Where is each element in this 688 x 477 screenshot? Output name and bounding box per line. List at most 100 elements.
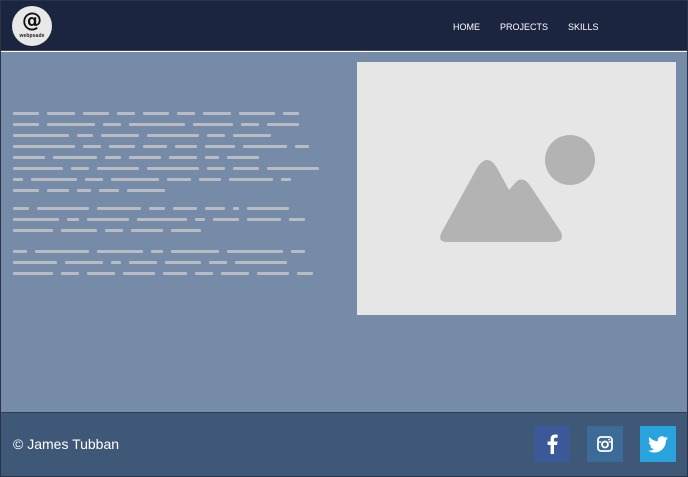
site-header: @ webpsade HOME PROJECTS SKILLS [1,1,687,51]
placeholder-text-dash [233,134,271,137]
placeholder-text-dash [243,145,287,148]
placeholder-text-dash [149,207,165,210]
placeholder-text-dash [131,229,163,232]
instagram-icon [597,436,613,452]
placeholder-text-dash [83,112,109,115]
placeholder-text-dash [297,272,313,275]
placeholder-text-dash [111,261,121,264]
image-placeholder-icon [440,135,595,242]
placeholder-text-dash [47,112,75,115]
placeholder-text-dash [207,134,225,137]
logo-text: webpsade [19,33,45,39]
placeholder-text-dash [147,167,199,170]
placeholder-text-dash [289,218,305,221]
placeholder-text-dash [71,167,89,170]
facebook-button[interactable] [534,426,570,462]
placeholder-text-dash [267,123,299,126]
placeholder-text-dash [13,261,57,264]
placeholder-text-dash [35,250,89,253]
placeholder-text-dash [65,261,103,264]
placeholder-text-dash [105,156,121,159]
placeholder-text-dash [87,272,115,275]
placeholder-text-dash [123,272,155,275]
placeholder-text-dash [283,112,299,115]
placeholder-text-dash [295,145,309,148]
placeholder-text-dash [47,123,95,126]
placeholder-text-dash [163,272,187,275]
placeholder-text-dash [13,178,23,181]
placeholder-text-dash [47,189,69,192]
placeholder-text-dash [177,112,195,115]
placeholder-text-dash [229,178,273,181]
placeholder-text-dash [13,218,59,221]
placeholder-text-dash [87,218,129,221]
twitter-icon [648,435,668,452]
placeholder-text-dash [13,189,39,192]
hero-section [1,52,687,412]
placeholder-text-dash [105,229,123,232]
placeholder-text-dash [97,250,143,253]
placeholder-text-dash [167,178,191,181]
instagram-button[interactable] [587,426,623,462]
placeholder-text-dash [103,123,121,126]
placeholder-text-dash [13,207,29,210]
placeholder-text-dash [205,207,225,210]
placeholder-text-dash [199,178,221,181]
placeholder-text-dash [99,189,119,192]
placeholder-text-dash [267,167,319,170]
placeholder-text-dash [281,178,291,181]
placeholder-text-dash [67,218,79,221]
placeholder-text-dash [151,250,163,253]
placeholder-text-dash [207,167,225,170]
placeholder-text-dash [193,123,233,126]
placeholder-text-dash [143,145,167,148]
placeholder-text-dash [13,167,63,170]
placeholder-text-dash [165,261,201,264]
placeholder-text-dash [247,207,289,210]
placeholder-text-dash [209,261,227,264]
placeholder-text-dash [291,250,305,253]
placeholder-text-dash [221,272,249,275]
placeholder-text-dash [77,134,93,137]
placeholder-text-dash [213,218,239,221]
placeholder-text-dash [85,178,103,181]
placeholder-text-dash [137,218,187,221]
copyright-text: © James Tubban [13,436,120,452]
placeholder-text-dash [13,156,45,159]
placeholder-text-dash [13,145,75,148]
placeholder-text-dash [53,156,97,159]
twitter-button[interactable] [640,426,676,462]
placeholder-text-dash [195,272,213,275]
placeholder-text-dash [97,167,139,170]
logo[interactable]: @ webpsade [12,6,52,46]
placeholder-text-dash [13,229,53,232]
main-nav: HOME PROJECTS SKILLS [453,21,619,33]
placeholder-text-dash [205,145,235,148]
placeholder-text-dash [61,272,79,275]
placeholder-text-dash [143,112,169,115]
placeholder-text-dash [129,123,185,126]
nav-projects-link[interactable]: PROJECTS [500,21,548,33]
page-frame: @ webpsade HOME PROJECTS SKILLS © James … [0,0,688,477]
placeholder-text-dash [109,145,135,148]
placeholder-text-dash [205,156,219,159]
placeholder-text-dash [111,178,159,181]
placeholder-text-dash [239,112,275,115]
nav-home-link[interactable]: HOME [453,21,480,33]
placeholder-text-dash [175,145,197,148]
placeholder-text-dash [117,112,135,115]
placeholder-text-dash [129,261,157,264]
placeholder-text-dash [235,261,287,264]
placeholder-text-dash [77,189,91,192]
image-placeholder [357,62,676,315]
placeholder-text-dash [61,229,97,232]
placeholder-text-dash [171,250,219,253]
placeholder-text-dash [97,207,141,210]
placeholder-text-dash [233,167,259,170]
placeholder-text-dash [195,218,205,221]
placeholder-text-dash [83,145,101,148]
nav-skills-link[interactable]: SKILLS [568,21,599,33]
placeholder-text-dash [31,178,77,181]
placeholder-text-dash [101,134,139,137]
placeholder-text-dash [233,207,239,210]
